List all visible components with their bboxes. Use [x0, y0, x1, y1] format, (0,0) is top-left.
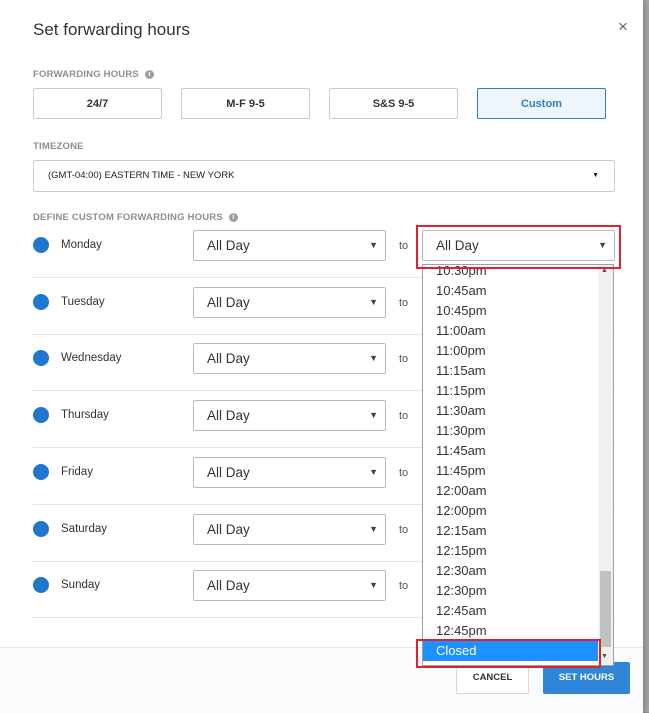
dropdown-option[interactable]: 11:15am — [423, 361, 599, 381]
day-name: Saturday — [61, 523, 108, 535]
caret-down-icon: ▼ — [592, 172, 599, 179]
dropdown-option[interactable]: 11:15pm — [423, 381, 599, 401]
from-time-select[interactable]: All Day ▼ — [193, 343, 386, 374]
dropdown-option[interactable]: 12:15am — [423, 521, 599, 541]
day-enabled-toggle[interactable] — [33, 350, 49, 366]
forwarding-hours-label-text: FORWARDING HOURS — [33, 69, 139, 80]
dropdown-option[interactable]: 10:45pm — [423, 301, 599, 321]
dropdown-option[interactable]: 11:00pm — [423, 341, 599, 361]
day-enabled-toggle[interactable] — [33, 294, 49, 310]
dropdown-option[interactable]: Closed — [423, 641, 599, 661]
day-name: Tuesday — [61, 296, 105, 308]
scroll-up-icon[interactable]: ▲ — [601, 267, 608, 274]
timezone-value: (GMT-04:00) EASTERN TIME - NEW YORK — [48, 170, 235, 181]
dropdown-scrollbar[interactable]: ▲ ▼ — [598, 265, 613, 665]
chevron-down-icon: ▼ — [598, 240, 607, 250]
from-time-value: All Day — [207, 408, 250, 423]
dropdown-option[interactable]: 12:00am — [423, 481, 599, 501]
from-time-select[interactable]: All Day ▼ — [193, 230, 386, 261]
dropdown-option[interactable]: 12:00pm — [423, 501, 599, 521]
dropdown-option[interactable]: 11:45am — [423, 441, 599, 461]
to-label: to — [399, 353, 409, 365]
to-label: to — [399, 240, 409, 252]
from-time-select[interactable]: All Day ▼ — [193, 570, 386, 601]
timezone-label: TIMEZONE — [33, 141, 84, 152]
to-label: to — [399, 524, 409, 536]
to-time-dropdown-list[interactable]: 10:30pm 10:45am 10:45pm 11:00am 11:00pm 11:15… — [422, 264, 614, 666]
dropdown-option[interactable]: 10:45am — [423, 281, 599, 301]
chevron-down-icon: ▼ — [369, 353, 378, 363]
to-time-select[interactable]: All Day ▼ — [422, 230, 615, 261]
set-hours-button[interactable]: SET HOURS — [543, 662, 630, 694]
from-time-value: All Day — [207, 578, 250, 593]
dropdown-option[interactable]: 11:30pm — [423, 421, 599, 441]
dropdown-option[interactable]: 10:30pm — [423, 265, 599, 281]
dropdown-option[interactable]: 12:45am — [423, 601, 599, 621]
to-label: to — [399, 297, 409, 309]
dropdown-option[interactable]: 11:30am — [423, 401, 599, 421]
dropdown-options: 10:30pm 10:45am 10:45pm 11:00am 11:00pm 11:15… — [423, 265, 599, 661]
dropdown-option[interactable]: 12:45pm — [423, 621, 599, 641]
day-name: Sunday — [61, 579, 101, 591]
from-time-value: All Day — [207, 522, 250, 537]
day-name: Friday — [61, 466, 93, 478]
chevron-down-icon: ▼ — [369, 410, 378, 420]
cancel-button[interactable]: CANCEL — [456, 662, 529, 694]
dropdown-option[interactable]: 11:00am — [423, 321, 599, 341]
from-time-select[interactable]: All Day ▼ — [193, 457, 386, 488]
modal-title: Set forwarding hours — [33, 20, 190, 39]
from-time-select[interactable]: All Day ▼ — [193, 514, 386, 545]
from-time-value: All Day — [207, 295, 250, 310]
chevron-down-icon: ▼ — [369, 240, 378, 250]
day-enabled-toggle[interactable] — [33, 577, 49, 593]
chevron-down-icon: ▼ — [369, 467, 378, 477]
day-enabled-toggle[interactable] — [33, 407, 49, 423]
mode-button-custom[interactable]: Custom — [477, 88, 606, 119]
forwarding-hours-modal: Set forwarding hours × FORWARDING HOURS i… — [0, 0, 643, 713]
scrollbar-thumb[interactable] — [600, 571, 611, 647]
from-time-select[interactable]: All Day ▼ — [193, 400, 386, 431]
close-icon[interactable]: × — [618, 18, 628, 35]
from-time-value: All Day — [207, 465, 250, 480]
chevron-down-icon: ▼ — [369, 297, 378, 307]
day-name: Thursday — [61, 409, 109, 421]
chevron-down-icon: ▼ — [369, 524, 378, 534]
dropdown-option[interactable]: 11:45pm — [423, 461, 599, 481]
dropdown-option[interactable]: 12:15pm — [423, 541, 599, 561]
from-time-value: All Day — [207, 351, 250, 366]
forwarding-hours-label: FORWARDING HOURS i — [33, 69, 154, 80]
mode-button-s-s-9-5[interactable]: S&S 9-5 — [329, 88, 458, 119]
dropdown-option[interactable]: 12:30am — [423, 561, 599, 581]
dropdown-option[interactable]: 12:30pm — [423, 581, 599, 601]
day-enabled-toggle[interactable] — [33, 521, 49, 537]
timezone-select[interactable]: (GMT-04:00) EASTERN TIME - NEW YORK ▼ — [33, 160, 615, 192]
mode-button-24-7[interactable]: 24/7 — [33, 88, 162, 119]
to-label: to — [399, 580, 409, 592]
to-time-value: All Day — [436, 238, 479, 253]
mode-button-m-f-9-5[interactable]: M-F 9-5 — [181, 88, 310, 119]
chevron-down-icon: ▼ — [369, 580, 378, 590]
from-time-value: All Day — [207, 238, 250, 253]
day-enabled-toggle[interactable] — [33, 237, 49, 253]
scroll-down-icon[interactable]: ▼ — [601, 653, 608, 660]
day-enabled-toggle[interactable] — [33, 464, 49, 480]
info-icon[interactable]: i — [144, 70, 154, 79]
to-label: to — [399, 410, 409, 422]
to-label: to — [399, 467, 409, 479]
from-time-select[interactable]: All Day ▼ — [193, 287, 386, 318]
day-name: Monday — [61, 239, 102, 251]
day-name: Wednesday — [61, 352, 122, 364]
